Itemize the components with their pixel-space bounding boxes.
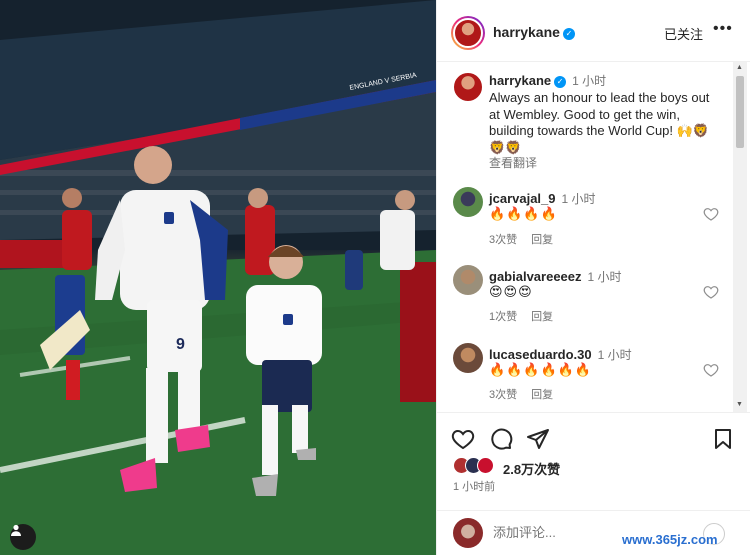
heart-icon[interactable] <box>703 206 719 222</box>
comment-time: 1 小时 <box>597 348 632 362</box>
post-photo[interactable]: ENGLAND V SERBIA 9 <box>0 0 436 555</box>
post-sidebar: harrykane ✓ 已关注 ••• harrykane ✓ 1 小时 Always… <box>436 0 750 555</box>
comment-likes[interactable]: 1次赞 <box>489 311 517 323</box>
reply-button[interactable]: 回复 <box>531 311 553 323</box>
post-time[interactable]: 1 小时前 <box>453 478 495 494</box>
comment-avatar[interactable] <box>453 265 483 295</box>
comment-username[interactable]: lucaseduardo.30 <box>489 347 592 362</box>
author-avatar[interactable] <box>451 16 485 50</box>
comment-username[interactable]: jcarvajal_9 <box>489 191 556 206</box>
scroll-up-icon[interactable]: ▲ <box>736 64 743 71</box>
post-caption: Always an honour to lead the boys out at… <box>489 90 710 155</box>
heart-icon[interactable] <box>703 362 719 378</box>
see-translation-link[interactable]: 查看翻译 <box>489 154 537 171</box>
verified-icon: ✓ <box>554 76 567 88</box>
comment-icon[interactable] <box>489 427 513 451</box>
caption-avatar[interactable] <box>453 72 483 102</box>
stadium-scene: ENGLAND V SERBIA 9 <box>0 0 436 555</box>
caption-username[interactable]: harrykane <box>489 73 551 88</box>
current-user-avatar <box>453 518 483 548</box>
user-tag-icon[interactable] <box>10 524 36 550</box>
likes-count[interactable]: 2.8万次赞 <box>503 459 560 478</box>
scroll-thumb[interactable] <box>736 76 744 148</box>
bookmark-icon[interactable] <box>711 427 735 451</box>
author-username[interactable]: harrykane <box>493 24 560 40</box>
following-button[interactable]: 已关注 <box>664 24 703 43</box>
comment-likes[interactable]: 3次赞 <box>489 234 517 246</box>
reply-button[interactable]: 回复 <box>531 389 553 401</box>
post-header: harrykane ✓ 已关注 ••• <box>437 0 750 62</box>
site-watermark: www.365jz.com <box>622 532 718 547</box>
comment-time: 1 小时 <box>587 270 622 284</box>
comments-list[interactable]: harrykane ✓ 1 小时 Always an honour to lead … <box>437 62 750 412</box>
share-icon[interactable] <box>526 427 550 451</box>
heart-icon[interactable] <box>451 427 475 451</box>
scroll-down-icon[interactable]: ▼ <box>736 401 743 408</box>
heart-icon[interactable] <box>703 284 719 300</box>
comment-avatar[interactable] <box>453 343 483 373</box>
comment-text: 🔥🔥🔥🔥 <box>489 206 558 221</box>
comment-time: 1 小时 <box>561 192 596 206</box>
more-icon[interactable]: ••• <box>713 20 733 38</box>
verified-icon: ✓ <box>562 28 575 40</box>
reply-button[interactable]: 回复 <box>531 234 553 246</box>
comment-avatar[interactable] <box>453 187 483 217</box>
post-actions: 2.8万次赞 1 小时前 <box>437 412 750 510</box>
comments-scrollbar[interactable]: ▲ ▼ <box>733 62 747 412</box>
comment-text: 🔥🔥🔥🔥🔥🔥 <box>489 362 593 377</box>
comment-username[interactable]: gabialvareeeez <box>489 269 582 284</box>
svg-text:9: 9 <box>176 336 185 353</box>
comment-text: 😍😍😍 <box>489 284 533 299</box>
caption-time: 1 小时 <box>572 74 607 88</box>
comment-likes[interactable]: 3次赞 <box>489 389 517 401</box>
